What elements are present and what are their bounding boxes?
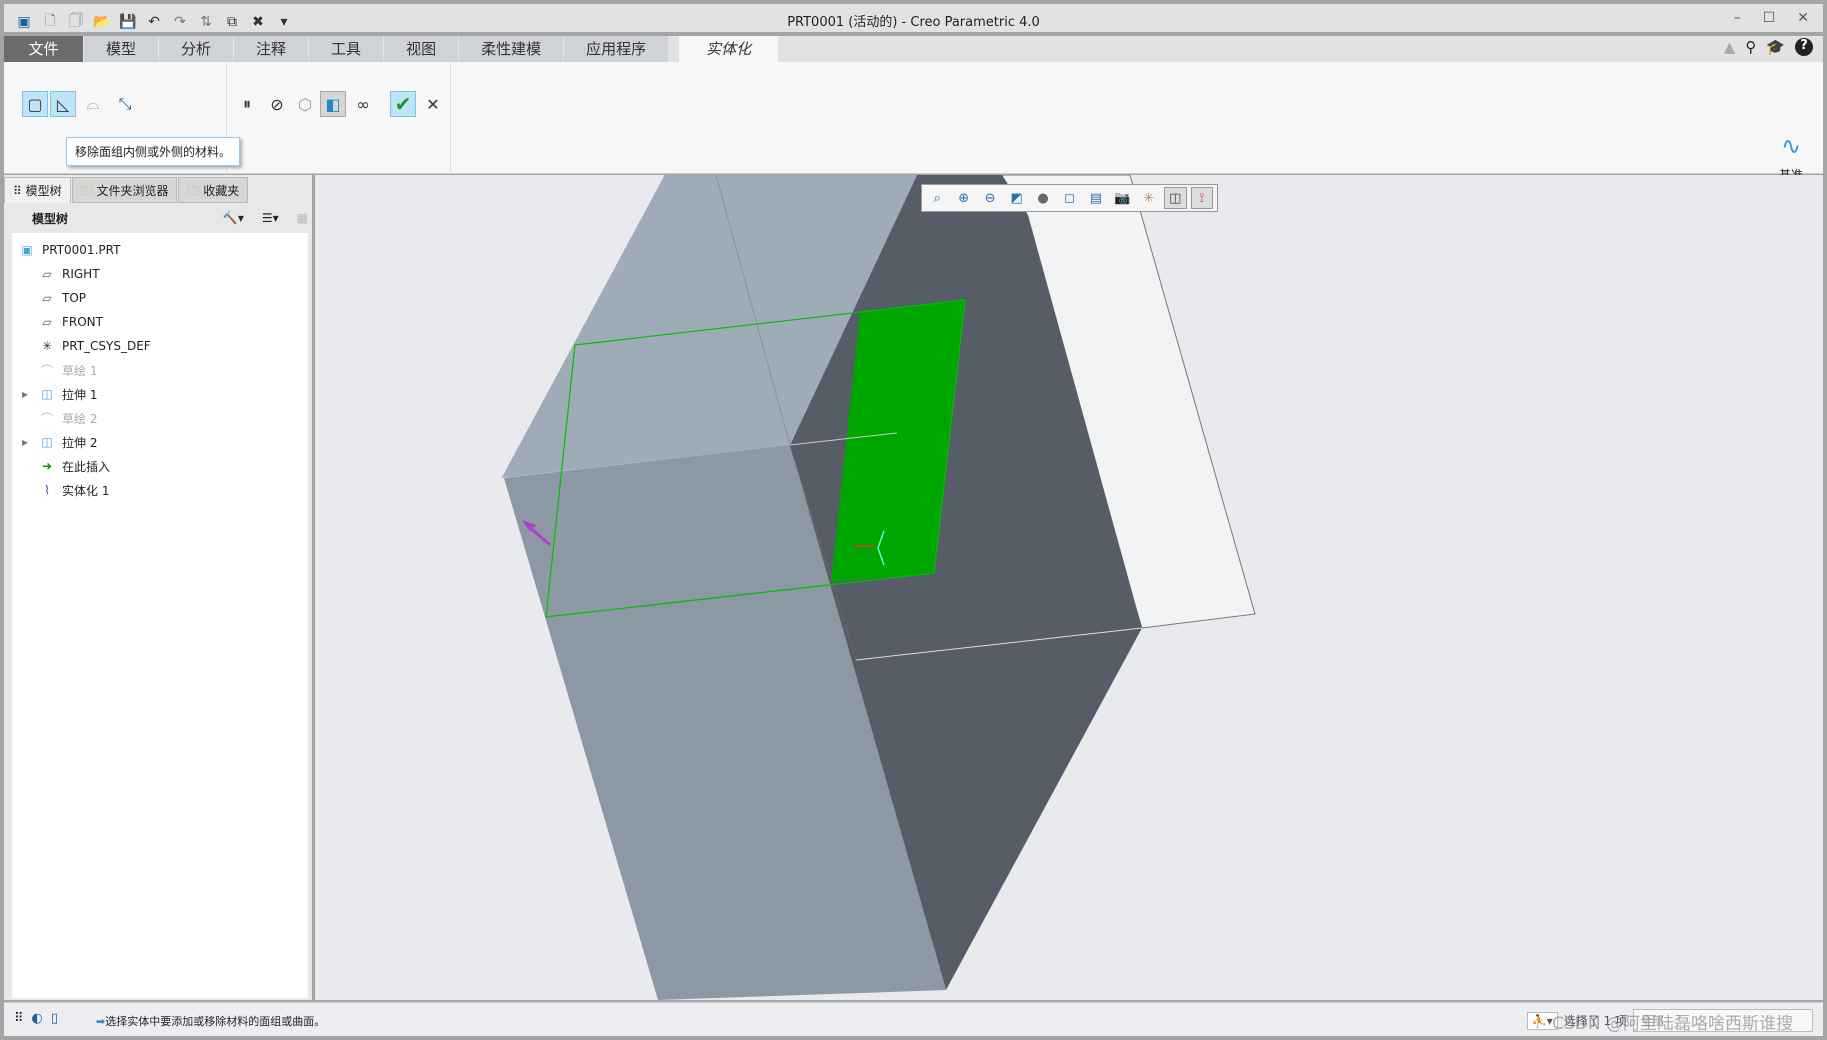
view-toolbar: ⌕ ⊕ ⊖ ◩ ● ◻ ▤ 📷 ✳ ◫ ⟟	[921, 184, 1218, 212]
navigator-toggle-icon[interactable]: ⠿	[14, 1011, 24, 1026]
repaint-icon[interactable]: ◩	[1005, 187, 1027, 209]
spin-center-icon[interactable]: ⟟	[1190, 187, 1214, 209]
display-style-icon[interactable]: ●	[1032, 187, 1054, 209]
status-bar: ⠿ ◐ ▯ ➡选择实体中要添加或移除材料的面组或曲面。 ⛹▾ 选择了 1 项 全…	[4, 1002, 1823, 1036]
refit-icon[interactable]: ⌕	[926, 187, 948, 209]
annotation-display-icon[interactable]: ◫	[1164, 187, 1187, 209]
view-manager-icon[interactable]: ▤	[1085, 187, 1107, 209]
fullscreen-icon[interactable]: ▯	[51, 1011, 58, 1026]
zoom-in-icon[interactable]: ⊕	[952, 187, 974, 209]
watermark: CSDN @阿里陆磊咯啥西斯谁搜	[1552, 1014, 1793, 1034]
saved-orientations-icon[interactable]: ◻	[1058, 187, 1080, 209]
model-view[interactable]	[0, 0, 1827, 1040]
browser-toggle-icon[interactable]: ◐	[32, 1011, 43, 1026]
status-message: 选择实体中要添加或移除材料的面组或曲面。	[105, 1015, 326, 1028]
zoom-out-icon[interactable]: ⊖	[979, 187, 1001, 209]
perspective-icon[interactable]: 📷	[1111, 187, 1133, 209]
message-icon: ➡	[96, 1015, 106, 1028]
datum-display-icon[interactable]: ✳	[1138, 187, 1160, 209]
